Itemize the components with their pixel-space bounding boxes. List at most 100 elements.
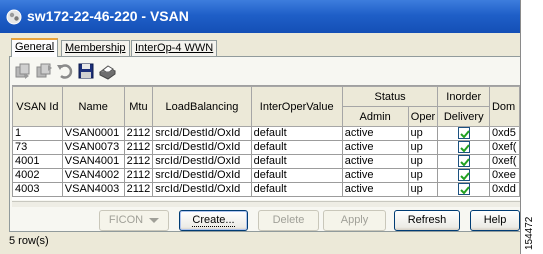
inorder-delivery-cell[interactable] — [437, 182, 490, 197]
print-icon[interactable] — [97, 61, 117, 81]
vsan-id-cell[interactable]: 4002 — [12, 168, 63, 183]
name-cell[interactable]: VSAN0001 — [61, 126, 125, 141]
inorder-delivery-checkbox[interactable] — [457, 183, 470, 196]
inorder-delivery-checkbox[interactable] — [457, 141, 470, 154]
oper-status-cell[interactable]: up — [407, 126, 439, 141]
col-header-delivery[interactable]: Delivery — [437, 106, 490, 127]
load-balancing-cell[interactable]: srcId/DestId/OxId — [152, 154, 252, 169]
table-row[interactable]: 73 VSAN0073 2112 srcId/DestId/OxId default ac… — [12, 140, 520, 155]
mtu-cell[interactable]: 2112 — [123, 140, 154, 155]
mtu-cell[interactable]: 2112 — [123, 154, 154, 169]
vsan-table-grid: VSAN Id Name Mtu LoadBalancing InterOper… — [12, 86, 520, 197]
vsan-id-cell[interactable]: 73 — [12, 140, 63, 155]
oper-status-cell[interactable]: up — [407, 168, 439, 183]
inorder-delivery-cell[interactable] — [437, 154, 490, 169]
delete-label: Delete — [272, 214, 305, 226]
col-header-admin[interactable]: Admin — [341, 106, 409, 127]
mtu-cell[interactable]: 2112 — [123, 168, 154, 183]
chevron-down-icon — [149, 217, 160, 223]
admin-status-cell[interactable]: active — [341, 154, 409, 169]
tab-membership[interactable]: Membership — [61, 40, 130, 57]
col-header-vsan-id[interactable]: VSAN Id — [12, 86, 63, 127]
interoper-value-cell[interactable]: default — [250, 140, 343, 155]
load-balancing-cell[interactable]: srcId/DestId/OxId — [152, 140, 252, 155]
inorder-delivery-cell[interactable] — [437, 126, 490, 141]
name-cell[interactable]: VSAN4001 — [61, 154, 125, 169]
domain-cell[interactable]: 0xdd — [488, 182, 520, 197]
name-cell[interactable]: VSAN4003 — [61, 182, 125, 197]
domain-cell[interactable]: 0xef( — [488, 140, 520, 155]
mtu-cell[interactable]: 2112 — [123, 126, 154, 141]
interoper-value-cell[interactable]: default — [250, 154, 343, 169]
admin-status-cell[interactable]: active — [341, 126, 409, 141]
vsan-id-cell[interactable]: 4001 — [12, 154, 63, 169]
inorder-delivery-checkbox[interactable] — [457, 127, 470, 140]
domain-cell[interactable]: 0xef( — [488, 154, 520, 169]
table-row[interactable]: 1 VSAN0001 2112 srcId/DestId/OxId default act… — [12, 126, 520, 141]
tab-membership-label: Membership — [65, 42, 126, 54]
col-header-interoper-value[interactable]: InterOperValue — [250, 86, 343, 127]
table-row[interactable]: 4001 VSAN4001 2112 srcId/DestId/OxId default… — [12, 154, 520, 169]
help-label: Help — [483, 214, 507, 226]
domain-cell[interactable]: 0xee — [488, 168, 520, 183]
col-group-status: Status — [341, 86, 439, 107]
admin-status-cell[interactable]: active — [341, 182, 409, 197]
inorder-delivery-checkbox[interactable] — [457, 169, 470, 182]
general-panel: VSAN Id Name Mtu LoadBalancing InterOper… — [9, 56, 520, 232]
vsan-id-cell[interactable]: 1 — [12, 126, 63, 141]
vsan-window: sw172-22-46-220 - VSAN General Membershi… — [0, 0, 521, 254]
undo-icon[interactable] — [55, 61, 75, 81]
create-button[interactable]: Create... — [179, 210, 248, 231]
col-header-load-balancing[interactable]: LoadBalancing — [152, 86, 252, 127]
tab-general-label: General — [15, 41, 55, 53]
create-label: Create... — [192, 214, 235, 227]
delete-button[interactable]: Delete — [258, 210, 319, 231]
oper-status-cell[interactable]: up — [407, 154, 439, 169]
save-icon[interactable] — [76, 61, 96, 81]
load-balancing-cell[interactable]: srcId/DestId/OxId — [152, 168, 252, 183]
ficon-label: FICON — [108, 214, 144, 226]
window-title: sw172-22-46-220 - VSAN — [27, 8, 189, 24]
table-body: 1 VSAN0001 2112 srcId/DestId/OxId default act… — [12, 126, 520, 197]
app-icon — [6, 9, 22, 25]
vsan-id-cell[interactable]: 4003 — [12, 182, 63, 197]
mtu-cell[interactable]: 2112 — [123, 182, 154, 197]
refresh-button[interactable]: Refresh — [394, 210, 460, 231]
oper-status-cell[interactable]: up — [407, 182, 439, 197]
interoper-value-cell[interactable]: default — [250, 168, 343, 183]
inorder-delivery-cell[interactable] — [437, 168, 490, 183]
horizontal-scrollbar[interactable] — [12, 201, 520, 207]
load-balancing-cell[interactable]: srcId/DestId/OxId — [152, 182, 252, 197]
tab-interop-wwn[interactable]: InterOp-4 WWN — [131, 40, 218, 57]
inorder-delivery-checkbox[interactable] — [457, 155, 470, 168]
figure-id: 154472 — [524, 216, 535, 250]
col-header-name[interactable]: Name — [61, 86, 125, 127]
title-bar[interactable]: sw172-22-46-220 - VSAN — [0, 0, 520, 33]
col-header-inorder[interactable]: Inorder — [437, 86, 490, 107]
oper-status-cell[interactable]: up — [407, 140, 439, 155]
ficon-dropdown-button[interactable]: FICON — [99, 210, 169, 231]
copy-icon[interactable] — [13, 61, 33, 81]
vsan-table: VSAN Id Name Mtu LoadBalancing InterOper… — [12, 85, 520, 200]
inorder-delivery-cell[interactable] — [437, 140, 490, 155]
name-cell[interactable]: VSAN4002 — [61, 168, 125, 183]
interoper-value-cell[interactable]: default — [250, 126, 343, 141]
admin-status-cell[interactable]: active — [341, 168, 409, 183]
admin-status-cell[interactable]: active — [341, 140, 409, 155]
name-cell[interactable]: VSAN0073 — [61, 140, 125, 155]
table-row[interactable]: 4003 VSAN4003 2112 srcId/DestId/OxId default… — [12, 182, 520, 197]
help-button[interactable]: Help — [470, 210, 520, 231]
row-count-status: 5 row(s) — [9, 235, 49, 247]
button-row: FICON Create... Delete Apply Refresh Hel… — [10, 210, 520, 232]
col-header-domain[interactable]: Dom — [488, 86, 520, 127]
apply-button[interactable]: Apply — [323, 210, 386, 231]
col-header-oper[interactable]: Oper — [407, 106, 439, 127]
table-row[interactable]: 4002 VSAN4002 2112 srcId/DestId/OxId default… — [12, 168, 520, 183]
paste-icon[interactable] — [34, 61, 54, 81]
col-header-mtu[interactable]: Mtu — [123, 86, 154, 127]
interoper-value-cell[interactable]: default — [250, 182, 343, 197]
tab-general[interactable]: General — [11, 38, 59, 57]
apply-label: Apply — [340, 214, 369, 226]
load-balancing-cell[interactable]: srcId/DestId/OxId — [152, 126, 252, 141]
domain-cell[interactable]: 0xd5 — [488, 126, 520, 141]
